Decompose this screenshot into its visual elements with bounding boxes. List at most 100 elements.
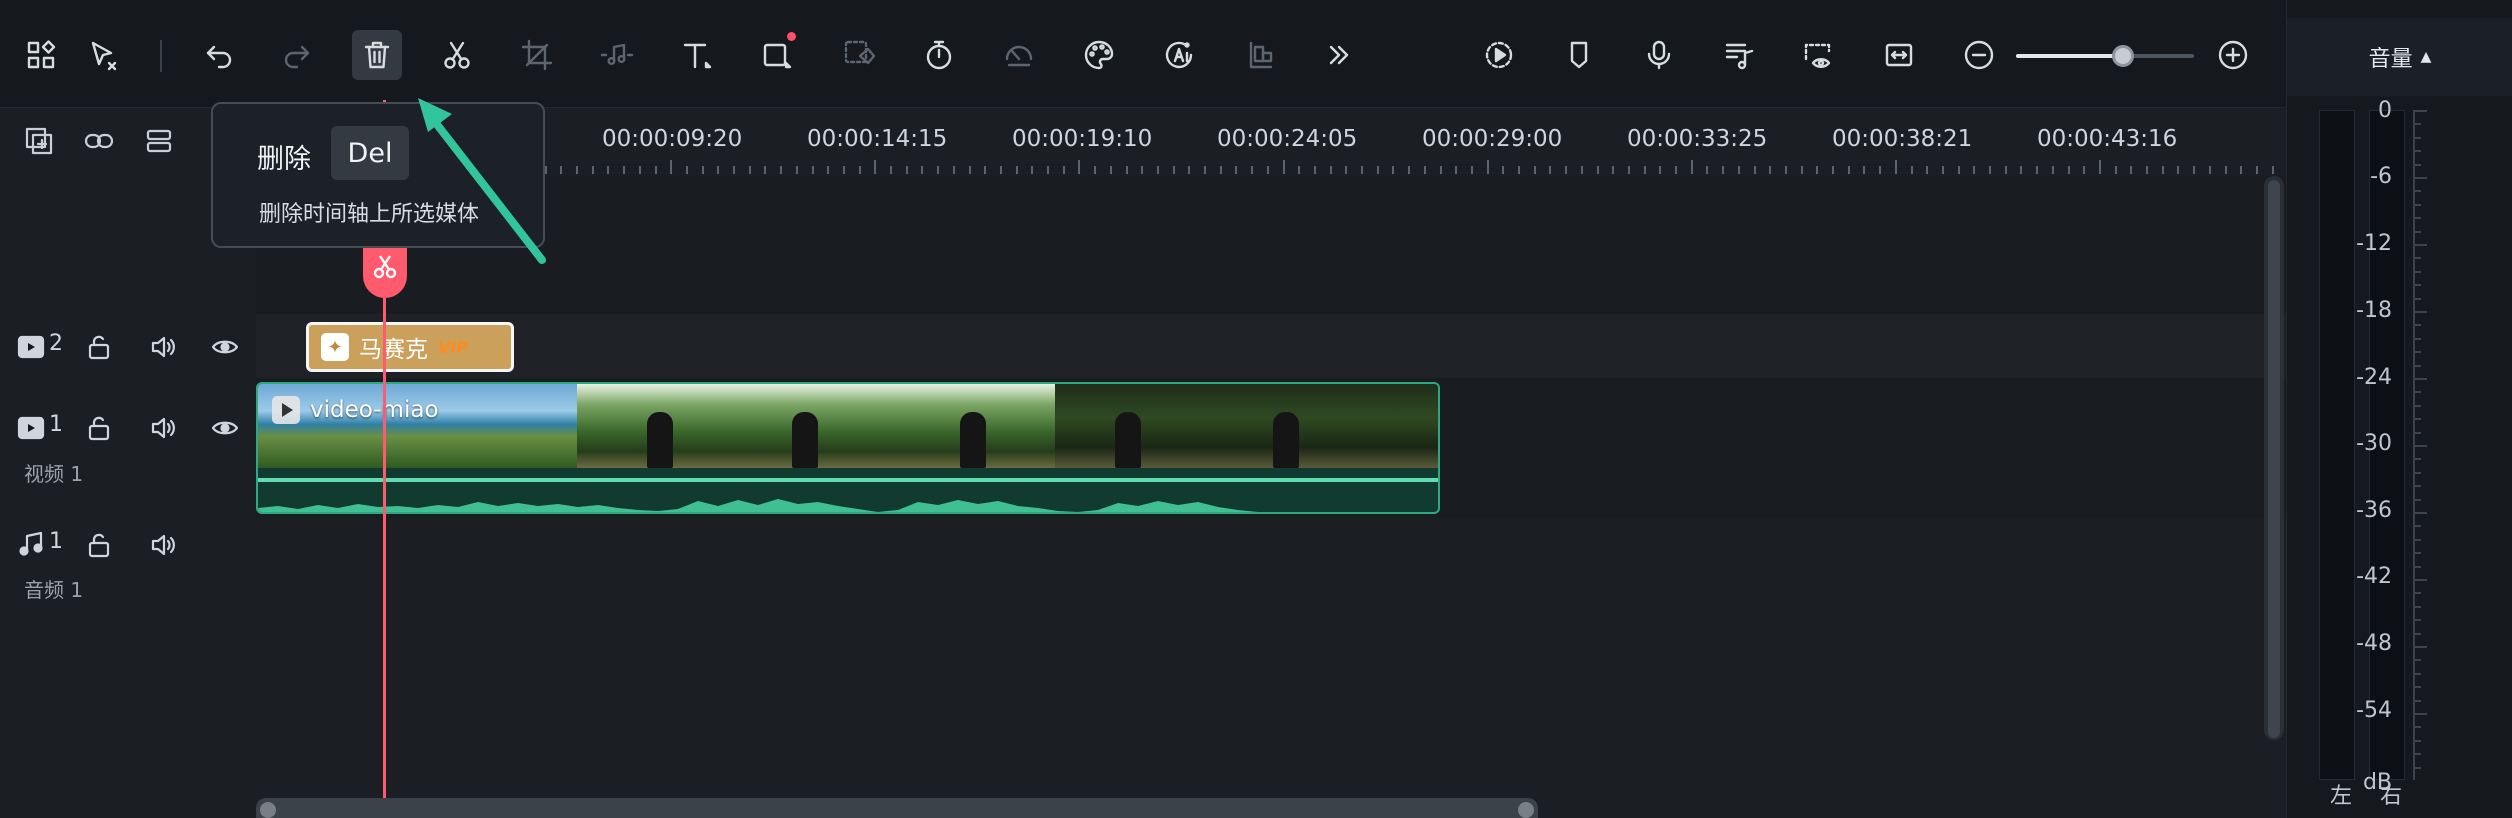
- ruler-tick: [1172, 166, 1175, 174]
- fit-timeline-icon[interactable]: [1874, 30, 1924, 80]
- speaker-icon[interactable]: [148, 413, 178, 447]
- db-scale-tick: [2415, 739, 2421, 742]
- delete-trash-icon[interactable]: [352, 30, 402, 80]
- ruler-tick: [1659, 166, 1662, 174]
- ruler-tick: [1722, 166, 1725, 174]
- zoom-slider[interactable]: [2016, 45, 2194, 67]
- shape-frame-icon[interactable]: [752, 30, 802, 80]
- db-label: -36: [2356, 498, 2392, 523]
- ruler-tick: [1533, 166, 1536, 174]
- db-scale-tick: [2415, 270, 2421, 273]
- eye-icon[interactable]: [210, 413, 240, 447]
- zoom-in-icon[interactable]: [2208, 30, 2258, 80]
- microphone-icon[interactable]: [1634, 30, 1684, 80]
- scroll-handle-left[interactable]: [260, 802, 276, 818]
- db-scale-tick: [2415, 257, 2421, 260]
- mosaic-effect-clip[interactable]: ✦ 马赛克 VIP: [306, 322, 514, 372]
- undo-icon[interactable]: [194, 30, 244, 80]
- main-toolbar: [0, 0, 2286, 108]
- empty-lane[interactable]: [256, 176, 2286, 314]
- render-preview-icon[interactable]: [1474, 30, 1524, 80]
- ruler-tick: [2020, 166, 2023, 174]
- zoom-out-icon[interactable]: [1954, 30, 2004, 80]
- ruler-tick: [1973, 166, 1976, 174]
- db-scale-tick: [2415, 512, 2427, 514]
- db-scale-tick: [2415, 136, 2421, 139]
- preview-eye-icon[interactable]: [1794, 30, 1844, 80]
- thumbnail: [736, 384, 896, 468]
- ruler-tick: [2051, 166, 2054, 174]
- text-icon[interactable]: [672, 30, 722, 80]
- speaker-icon[interactable]: [148, 530, 178, 564]
- clip-title: video-miao: [272, 396, 439, 424]
- video-track-header: 1 视频 1: [0, 400, 256, 496]
- ruler-label: 00:00:29:00: [1422, 126, 1563, 152]
- ruler-tick: [1549, 166, 1552, 174]
- left-channel-label: 左: [2330, 784, 2353, 809]
- db-scale-tick: [2415, 311, 2427, 313]
- lock-icon[interactable]: [84, 530, 114, 564]
- new-badge-dot: [787, 32, 796, 41]
- ruler-tick: [1502, 166, 1505, 174]
- db-scale-tick: [2415, 284, 2421, 287]
- video-track-icon: [16, 412, 46, 446]
- speed-ramp-icon[interactable]: [994, 30, 1044, 80]
- marker-icon[interactable]: [1554, 30, 1604, 80]
- align-icon[interactable]: [1234, 30, 1284, 80]
- eye-icon[interactable]: [210, 332, 240, 366]
- group-icon[interactable]: [136, 118, 182, 164]
- mask-shape-icon[interactable]: [834, 30, 884, 80]
- db-scale-tick: [2415, 672, 2421, 675]
- zoom-slider-knob[interactable]: [2111, 45, 2134, 67]
- ruler-tick: [1941, 166, 1944, 174]
- music-list-icon[interactable]: [1714, 30, 1764, 80]
- audio-track-header: 1 音频 1: [0, 518, 256, 614]
- shortcut-key: Del: [331, 126, 409, 180]
- video-clip[interactable]: video-miao: [256, 382, 1440, 514]
- lock-icon[interactable]: [84, 413, 114, 447]
- speaker-icon[interactable]: [148, 332, 178, 366]
- more-chevrons-icon[interactable]: [1314, 30, 1364, 80]
- ai-audio-icon[interactable]: [1154, 30, 1204, 80]
- db-scale-tick: [2415, 458, 2421, 461]
- ruler-tick: [1879, 166, 1882, 174]
- link-icon[interactable]: [76, 118, 122, 164]
- thumbnail-person: [959, 412, 986, 468]
- select-arrow-icon[interactable]: [78, 30, 128, 80]
- scissors-icon[interactable]: [432, 30, 482, 80]
- ruler-tick: [1361, 166, 1363, 174]
- layout-grid-icon[interactable]: [16, 30, 66, 80]
- db-scale-tick: [2415, 445, 2427, 447]
- sparkle-icon: ✦: [321, 333, 349, 361]
- vertical-scroll-thumb[interactable]: [2268, 180, 2280, 738]
- db-scale-tick: [2415, 766, 2421, 769]
- crop-icon[interactable]: [512, 30, 562, 80]
- db-scale-tick: [2415, 391, 2421, 394]
- ruler-tick: [795, 166, 798, 174]
- ruler-tick: [921, 166, 924, 174]
- color-palette-icon[interactable]: [1074, 30, 1124, 80]
- ruler-tick: [1737, 166, 1740, 174]
- add-track-icon[interactable]: [16, 118, 62, 164]
- audio-volume-line[interactable]: [258, 478, 1438, 482]
- ruler-tick: [1706, 166, 1709, 174]
- scroll-handle-right[interactable]: [1518, 802, 1534, 818]
- timeline-ruler[interactable]: 00:00:09:20 00:00:14:15 00:00:19:10 00:0…: [256, 108, 2290, 176]
- ruler-tick: [1580, 166, 1583, 174]
- db-label: -6: [2370, 164, 2392, 189]
- ruler-tick: [638, 166, 641, 174]
- music-note-icon: [16, 529, 46, 563]
- delete-tooltip: 删除 Del 删除时间轴上所选媒体: [211, 102, 545, 248]
- ruler-tick: [1031, 166, 1034, 174]
- lock-icon[interactable]: [84, 332, 114, 366]
- ruler-tick: [607, 166, 610, 174]
- db-scale-tick: [2415, 150, 2421, 153]
- effect-track-lane[interactable]: [256, 314, 2286, 378]
- speed-timer-icon[interactable]: [914, 30, 964, 80]
- audio-detach-icon[interactable]: [592, 30, 642, 80]
- redo-icon[interactable]: [272, 30, 322, 80]
- ruler-tick: [842, 166, 845, 174]
- audio-track-lane[interactable]: [256, 518, 2286, 798]
- volume-header[interactable]: 音量 ▲: [2287, 18, 2512, 96]
- horizontal-scrollbar[interactable]: [256, 798, 1538, 818]
